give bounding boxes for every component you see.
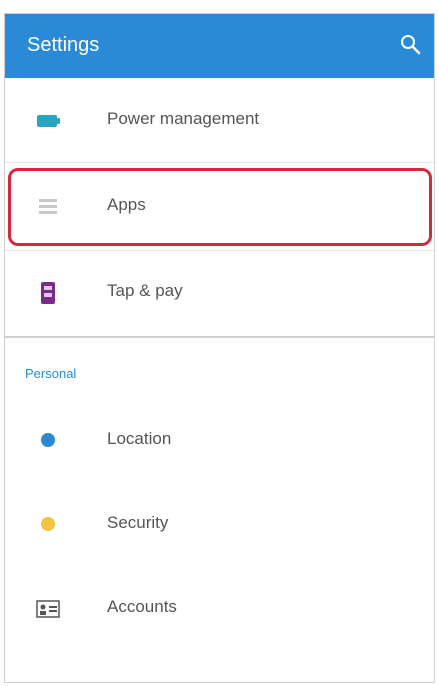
- settings-item-tap-pay[interactable]: Tap & pay: [5, 250, 434, 334]
- accounts-icon: [36, 600, 60, 618]
- settings-item-location[interactable]: Location: [5, 398, 434, 482]
- settings-screen: Settings Power management Apps Tap & pay…: [4, 13, 435, 683]
- settings-item-label: Tap & pay: [107, 281, 183, 300]
- settings-item-accounts[interactable]: Accounts: [5, 566, 434, 650]
- security-icon: [41, 517, 55, 531]
- settings-item-security[interactable]: Security: [5, 482, 434, 566]
- app-bar: Settings: [5, 14, 434, 78]
- highlight-frame: [8, 168, 432, 246]
- tap-pay-icon: [41, 282, 55, 304]
- section-divider: [5, 336, 434, 338]
- settings-item-label: Location: [107, 429, 172, 448]
- settings-item-label: Security: [107, 513, 169, 532]
- page-title: Settings: [27, 34, 100, 56]
- section-header-personal: Personal: [25, 366, 77, 381]
- search-icon[interactable]: [398, 32, 422, 56]
- location-icon: [41, 433, 55, 447]
- settings-item-label: Power management: [107, 109, 260, 128]
- divider: [5, 162, 434, 163]
- settings-item-label: Accounts: [107, 597, 177, 616]
- settings-item-power-management[interactable]: Power management: [5, 78, 434, 162]
- battery-icon: [37, 115, 60, 127]
